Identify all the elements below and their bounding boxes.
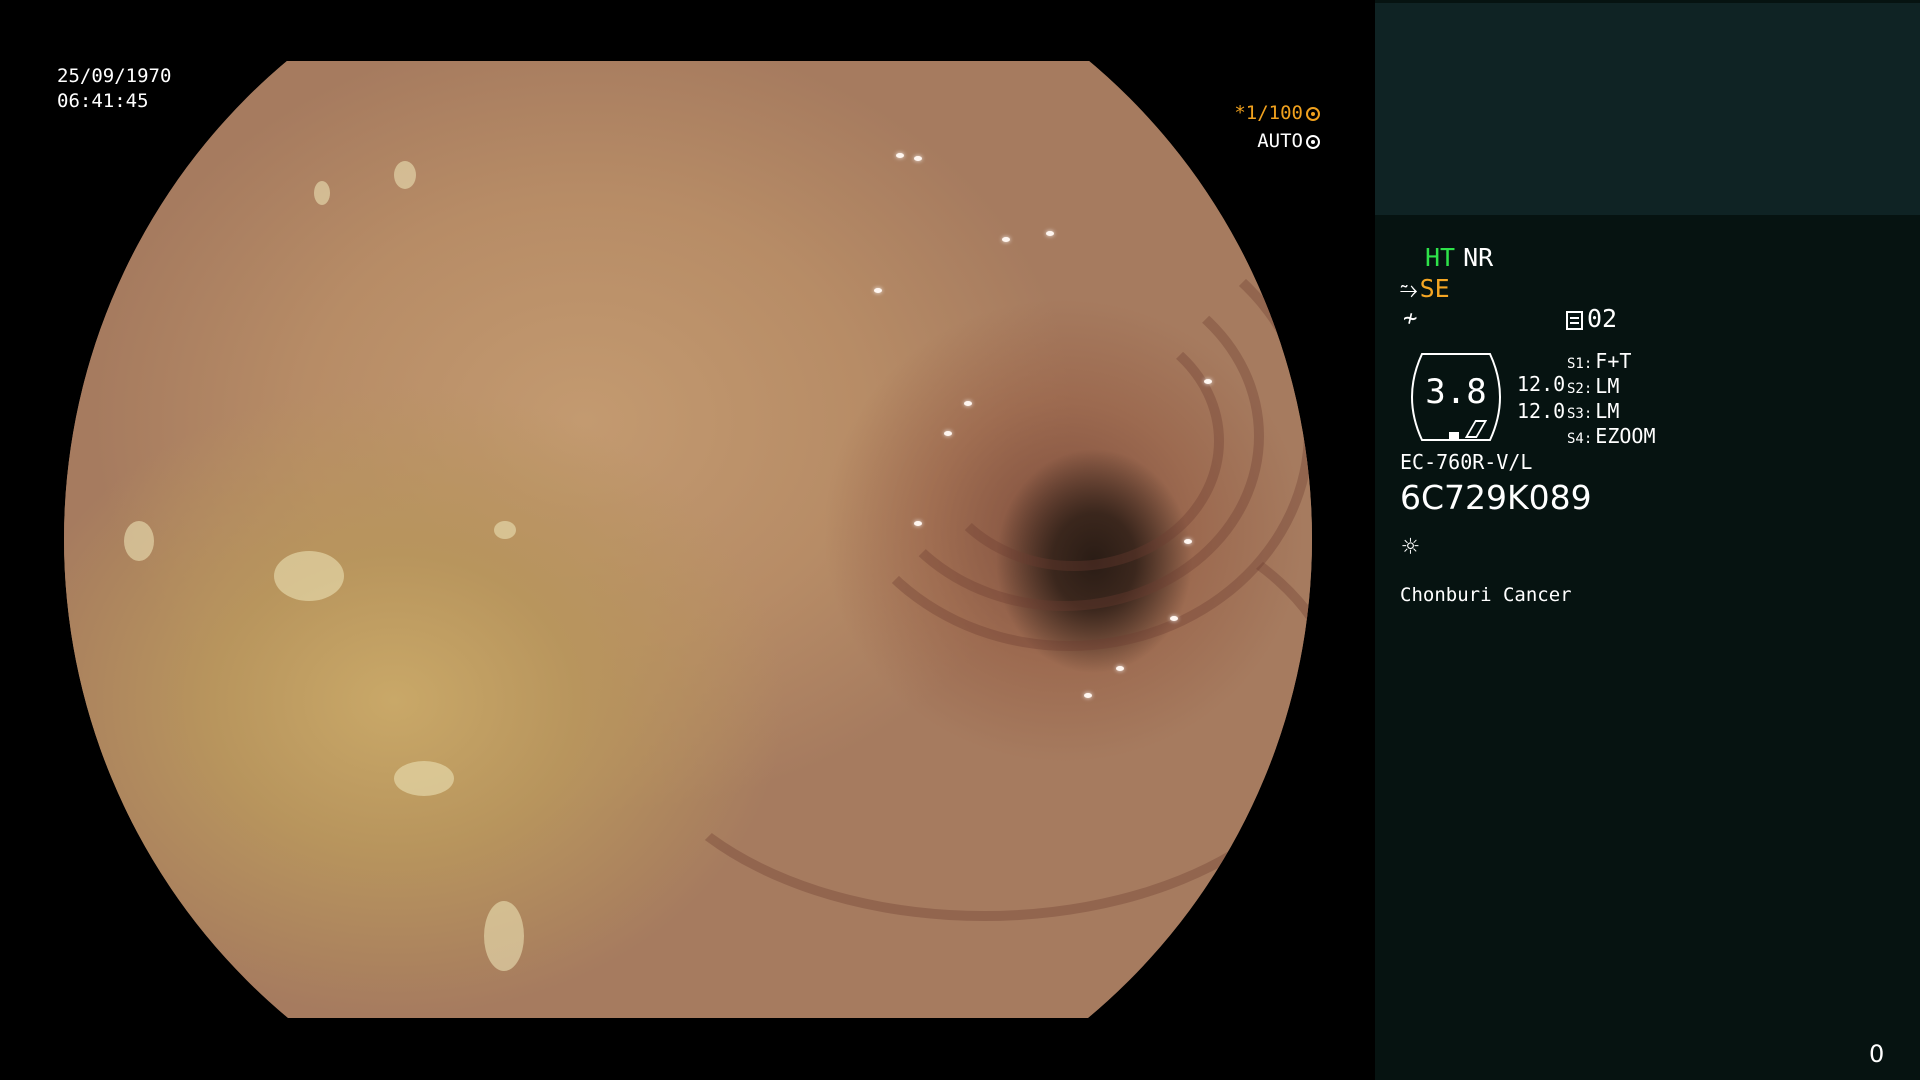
memory-icon: [1566, 311, 1583, 330]
iris-icon: [1306, 135, 1320, 149]
switch-3: S3: LM: [1567, 399, 1619, 423]
light-reflection: [1184, 539, 1192, 544]
switch-value: LM: [1595, 399, 1620, 423]
light-reflection: [1170, 616, 1178, 621]
endoscopic-image: [64, 61, 1312, 1018]
light-reflection: [896, 153, 904, 158]
scope-serial-number: 6C729K089: [1400, 478, 1592, 517]
image-processing-status: HT NR: [1425, 243, 1493, 272]
switch-key: S1:: [1567, 356, 1593, 372]
exposure-mode-row: AUTO: [1216, 127, 1320, 155]
light-reflection: [1204, 379, 1212, 384]
aperture-icon: [1306, 107, 1320, 121]
light-reflection: [1002, 237, 1010, 242]
structure-enhance-icon: ⥲: [1400, 278, 1418, 303]
scope-model: EC-760R-V/L: [1400, 450, 1533, 474]
shutter-row: *1/100: [1216, 99, 1320, 127]
switch-key: S3:: [1567, 406, 1593, 422]
switch-value: LM: [1595, 374, 1620, 398]
mucus-fleck: [394, 161, 416, 189]
switch-1: S1: F+T: [1567, 349, 1631, 373]
mucus-fleck: [484, 901, 524, 971]
light-reflection: [1046, 231, 1054, 236]
time-text: 06:41:45: [57, 90, 149, 112]
date-time-overlay: 25/09/1970 06:41:45: [57, 64, 171, 114]
structure-enhance-row: ⥲SE: [1400, 274, 1450, 303]
switch-key: S2:: [1567, 381, 1593, 397]
exposure-status: *1/100 AUTO: [1216, 99, 1320, 155]
light-reflection: [964, 401, 972, 406]
mucus-fleck: [394, 761, 454, 796]
memory-value: 02: [1587, 304, 1618, 333]
institution-name: Chonburi Cancer: [1400, 584, 1572, 606]
light-reflection: [1084, 693, 1092, 698]
light-reflection: [944, 431, 952, 436]
color-mode-icon: ≁: [1403, 304, 1418, 332]
switch-key: S4:: [1567, 431, 1593, 447]
patient-info-area: [1375, 3, 1920, 215]
shutter-speed: *1/100: [1234, 102, 1303, 124]
scope-mark-icon: [1449, 432, 1459, 439]
mucus-fleck: [314, 181, 330, 205]
mucus-fleck: [494, 521, 516, 539]
image-counter: 0: [1869, 1040, 1885, 1068]
ht-label: HT: [1425, 243, 1456, 272]
info-panel: HT NR ⥲SE ≁ 02 3.8 12.0 12.0 S1: F+T S2: LM…: [1375, 0, 1920, 1080]
mucus-fleck: [274, 551, 344, 601]
switch-value: F+T: [1595, 349, 1632, 373]
switch-2: S2: LM: [1567, 374, 1619, 398]
se-label: SE: [1419, 274, 1450, 303]
exposure-mode: AUTO: [1257, 130, 1303, 152]
light-reflection: [914, 521, 922, 526]
scale-value-bottom: 12.0: [1517, 399, 1566, 423]
light-reflection: [914, 156, 922, 161]
mucus-fleck: [124, 521, 154, 561]
scope-diameter-value: 3.8: [1425, 372, 1487, 412]
scale-value-top: 12.0: [1517, 372, 1566, 396]
light-reflection: [874, 288, 882, 293]
mucosal-fold: [624, 481, 1312, 921]
date-text: 25/09/1970: [57, 65, 172, 87]
light-reflection: [1116, 666, 1124, 671]
endoscope-video-area: 25/09/1970 06:41:45 *1/100 AUTO: [0, 0, 1375, 1080]
light-source-icon: ☼: [1402, 530, 1419, 563]
nr-label: NR: [1463, 243, 1494, 272]
memory-row: 02: [1566, 304, 1617, 333]
switch-value: EZOOM: [1595, 424, 1656, 448]
switch-4: S4: EZOOM: [1567, 424, 1656, 448]
